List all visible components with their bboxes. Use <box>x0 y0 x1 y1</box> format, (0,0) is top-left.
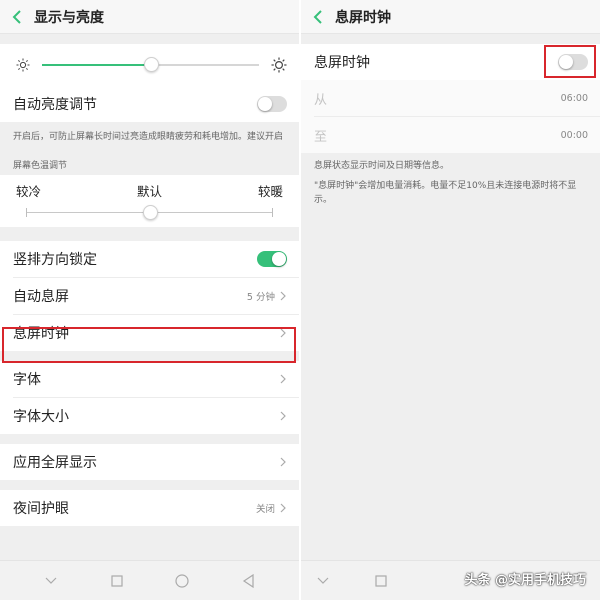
brightness-thumb[interactable] <box>143 57 159 72</box>
nav-home-button[interactable] <box>170 569 194 593</box>
page-title: 显示与亮度 <box>34 9 104 26</box>
brightness-fill <box>42 64 151 66</box>
chevron-left-icon <box>313 9 322 24</box>
brightness-card: 自动亮度调节 <box>0 44 299 122</box>
brightness-slider[interactable] <box>42 57 259 72</box>
watermark: 头条 @实用手机技巧 <box>464 573 586 588</box>
color-temp-tick <box>272 208 273 217</box>
orientation-lock-row[interactable]: 竖排方向锁定 <box>0 241 299 277</box>
font-size-label: 字体大小 <box>13 409 69 425</box>
chevron-down-icon <box>45 577 57 584</box>
settings-group-1: 竖排方向锁定 自动息屏 5 分钟 息屏时钟 <box>0 241 299 351</box>
color-temp-slider[interactable] <box>26 200 273 228</box>
font-row[interactable]: 字体 <box>0 361 299 397</box>
aod-clock-screen: 息屏时钟 息屏时钟 从 06:00 至 00:00 息屏状态显示时间及日期等信息… <box>301 0 600 600</box>
square-icon <box>111 574 123 587</box>
back-button[interactable] <box>0 0 34 34</box>
end-time-row[interactable]: 至 00:00 <box>301 117 600 153</box>
end-time-value: 00:00 <box>560 129 588 141</box>
chevron-right-icon <box>279 502 287 514</box>
toggle-knob <box>272 252 286 266</box>
color-temp-default-label: 默认 <box>136 184 162 199</box>
back-button[interactable] <box>301 0 335 34</box>
chevron-down-icon <box>317 577 329 584</box>
night-shield-row[interactable]: 夜间护眼 关闭 <box>0 490 299 526</box>
page-title: 息屏时钟 <box>335 9 391 26</box>
aod-clock-label: 息屏时钟 <box>13 326 69 342</box>
chevron-right-icon <box>279 456 287 468</box>
font-label: 字体 <box>13 372 41 388</box>
start-time-row[interactable]: 从 06:00 <box>301 80 600 116</box>
aod-clock-switch-label: 息屏时钟 <box>314 55 370 71</box>
night-shield-value: 关闭 <box>255 504 275 515</box>
color-temp-warm-label: 较暖 <box>257 184 283 199</box>
aod-clock-switch-row[interactable]: 息屏时钟 <box>301 44 600 80</box>
brightness-slider-row <box>0 44 299 86</box>
auto-brightness-toggle[interactable] <box>257 96 287 112</box>
color-temp-card: 较冷 默认 较暖 <box>0 175 299 227</box>
orientation-lock-toggle[interactable] <box>257 251 287 267</box>
navigation-bar <box>0 560 299 600</box>
chevron-right-icon <box>279 373 287 385</box>
end-time-label: 至 <box>314 129 328 145</box>
aod-clock-note-2: "息屏时钟"会增加电量消耗。电量不足10%且未连接电源时将不显示。 <box>314 181 577 205</box>
aod-clock-toggle[interactable] <box>558 54 588 70</box>
circle-icon <box>175 573 189 588</box>
color-temp-tick <box>26 208 27 217</box>
title-bar: 显示与亮度 <box>0 0 299 34</box>
toggle-knob <box>258 97 272 111</box>
aod-clock-row[interactable]: 息屏时钟 <box>0 315 299 351</box>
nav-recents-button[interactable] <box>369 569 393 593</box>
square-icon <box>375 574 387 587</box>
nav-recents-button[interactable] <box>105 569 129 593</box>
auto-brightness-note: 开启后，可防止屏幕长时间过亮造成眼睛疲劳和耗电增加。建议开启 <box>13 132 284 142</box>
orientation-lock-label: 竖排方向锁定 <box>13 252 97 268</box>
triangle-back-icon <box>243 573 254 588</box>
auto-screen-off-row[interactable]: 自动息屏 5 分钟 <box>0 278 299 314</box>
color-temp-cool-label: 较冷 <box>16 184 42 199</box>
auto-brightness-label: 自动亮度调节 <box>13 97 97 113</box>
settings-group-4: 夜间护眼 关闭 <box>0 490 299 526</box>
color-temp-thumb[interactable] <box>142 205 158 220</box>
chevron-right-icon <box>279 327 287 339</box>
color-temp-labels: 较冷 默认 较暖 <box>0 175 299 200</box>
nav-menu-button[interactable] <box>39 569 63 593</box>
settings-group-2: 字体 字体大小 <box>0 361 299 434</box>
color-temp-section-label: 屏幕色温调节 <box>13 161 68 171</box>
aod-clock-note-1: 息屏状态显示时间及日期等信息。 <box>314 161 450 171</box>
chevron-left-icon <box>12 9 21 24</box>
nav-menu-button[interactable] <box>311 569 335 593</box>
start-time-value: 06:00 <box>560 92 588 104</box>
start-time-label: 从 <box>314 92 328 108</box>
title-bar: 息屏时钟 <box>301 0 600 34</box>
chevron-right-icon <box>279 410 287 422</box>
aod-time-card: 从 06:00 至 00:00 <box>301 80 600 153</box>
nav-back-button[interactable] <box>236 569 260 593</box>
fullscreen-apps-row[interactable]: 应用全屏显示 <box>0 444 299 480</box>
night-shield-label: 夜间护眼 <box>13 501 69 517</box>
auto-screen-off-value: 5 分钟 <box>246 292 275 303</box>
auto-brightness-row[interactable]: 自动亮度调节 <box>0 86 299 122</box>
chevron-right-icon <box>279 290 287 302</box>
settings-group-3: 应用全屏显示 <box>0 444 299 480</box>
brightness-high-icon <box>271 57 287 73</box>
fullscreen-apps-label: 应用全屏显示 <box>13 455 97 471</box>
brightness-low-icon <box>16 58 30 72</box>
aod-clock-card: 息屏时钟 <box>301 44 600 80</box>
toggle-knob <box>559 55 573 69</box>
display-brightness-screen: 显示与亮度 自动亮度调节 开启后，可防止屏幕长时间过亮造成眼睛疲劳和耗电增加。建… <box>0 0 299 600</box>
font-size-row[interactable]: 字体大小 <box>0 398 299 434</box>
auto-screen-off-label: 自动息屏 <box>13 289 69 305</box>
